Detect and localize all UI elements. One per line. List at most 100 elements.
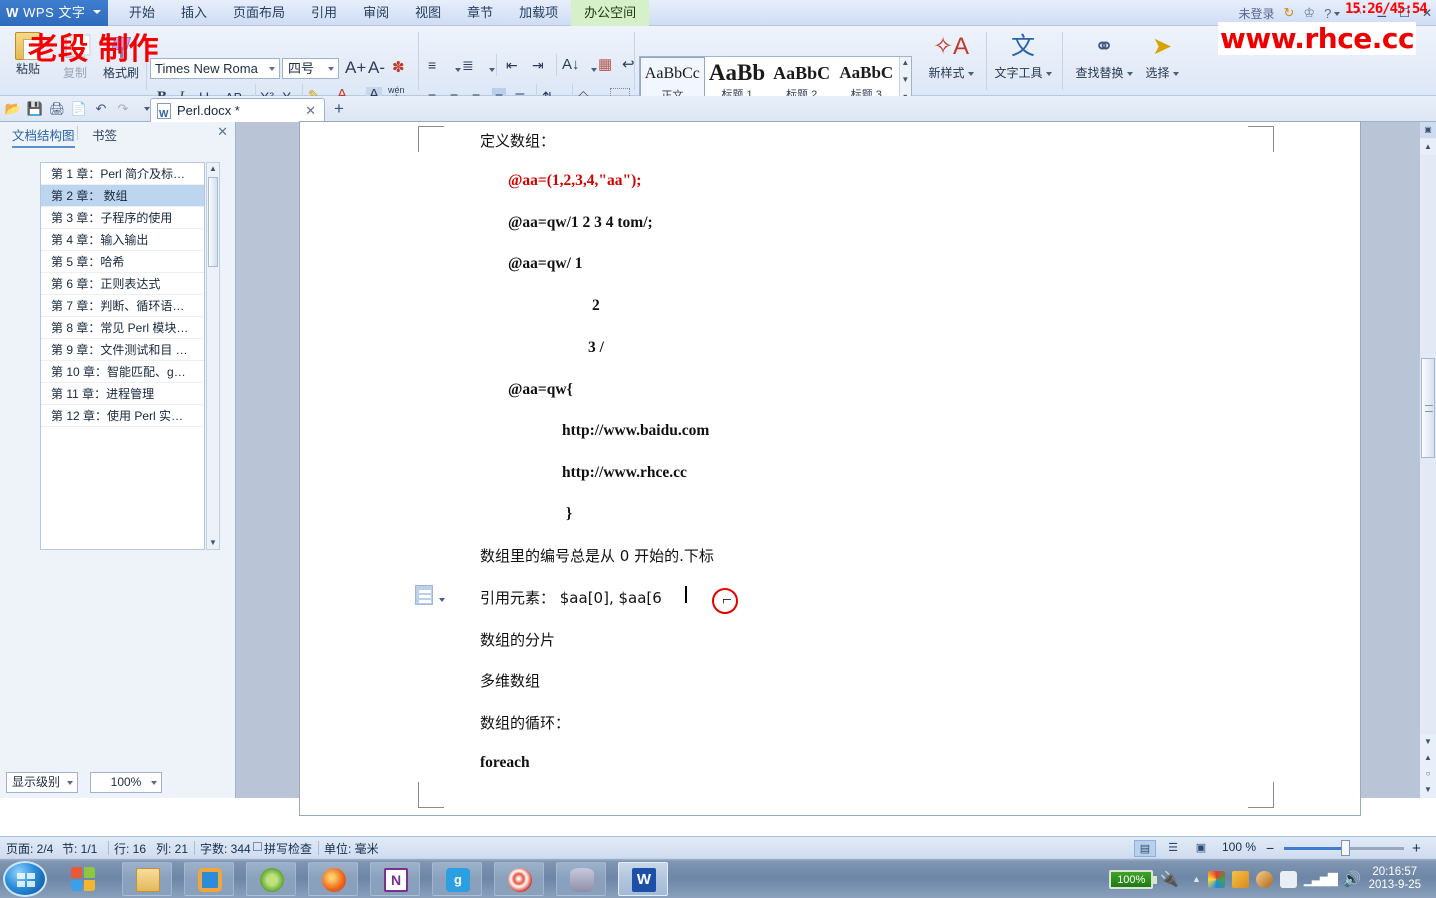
- print-icon[interactable]: 🖨: [47, 99, 67, 119]
- status-section[interactable]: 节: 1/1: [62, 840, 97, 857]
- panel-zoom-select[interactable]: 100%: [90, 772, 162, 793]
- tree-item-ch6[interactable]: 第 6 章：正则表达式: [41, 273, 204, 295]
- scroll-up-icon[interactable]: ▲: [901, 59, 909, 67]
- find-replace-button[interactable]: ⚭ 查找替换: [1070, 30, 1138, 81]
- ribbon-tab-office-space[interactable]: 办公空间: [571, 0, 650, 26]
- taskbar-item-spiral[interactable]: [494, 862, 544, 896]
- colorful-tray-icon[interactable]: [1207, 870, 1225, 888]
- package-tray-icon[interactable]: [1231, 870, 1249, 888]
- taskbar-item-internet-explorer[interactable]: [246, 862, 296, 896]
- taskbar-item-firefox[interactable]: [308, 862, 358, 896]
- chevron-down-icon[interactable]: [269, 67, 275, 71]
- show-hidden-icons-icon[interactable]: ▲: [1192, 874, 1201, 884]
- new-style-button[interactable]: ✧A 新样式: [920, 30, 982, 81]
- help-icon[interactable]: ?: [1324, 6, 1341, 21]
- ribbon-tab-references[interactable]: 引用: [298, 0, 350, 26]
- tree-item-ch4[interactable]: 第 4 章：输入输出: [41, 229, 204, 251]
- print-preview-icon[interactable]: 📄: [69, 99, 89, 119]
- hand-tray-icon[interactable]: [1279, 870, 1297, 888]
- scrollbar-thumb[interactable]: [1421, 358, 1435, 458]
- ribbon-tab-page-layout[interactable]: 页面布局: [220, 0, 298, 26]
- close-icon[interactable]: ✕: [217, 124, 228, 140]
- grow-font-button[interactable]: A+: [345, 59, 366, 76]
- scroll-up-icon[interactable]: ▲: [1420, 139, 1436, 155]
- refresh-icon[interactable]: ↻: [1284, 5, 1295, 21]
- previous-page-icon[interactable]: ▼: [1420, 734, 1436, 750]
- sort-icon[interactable]: A↓: [562, 57, 580, 72]
- numbered-list-dropdown[interactable]: [486, 62, 495, 77]
- app-logo[interactable]: W WPS 文字: [0, 0, 108, 26]
- new-tab-button[interactable]: +: [334, 100, 344, 117]
- select-browse-object-icon[interactable]: ▣: [1420, 122, 1436, 138]
- tree-item-ch7[interactable]: 第 7 章：判断、循环语…: [41, 295, 204, 317]
- scroll-down-icon[interactable]: ▼: [207, 537, 219, 549]
- close-icon[interactable]: ✕: [305, 99, 316, 122]
- status-word-count[interactable]: 字数: 344: [200, 840, 251, 857]
- sort-dropdown[interactable]: [588, 62, 597, 77]
- status-column[interactable]: 列: 21: [156, 840, 188, 857]
- open-icon[interactable]: 📂: [3, 99, 23, 119]
- bullet-list-dropdown[interactable]: [452, 62, 461, 77]
- network-icon[interactable]: ▁▃▅▇: [1304, 871, 1338, 887]
- zoom-slider-knob[interactable]: [1341, 840, 1350, 856]
- volume-icon[interactable]: 🔊: [1343, 870, 1362, 888]
- chevron-down-icon[interactable]: [67, 781, 73, 785]
- document-scrollbar[interactable]: ▣ ▲ ▼ ▲ ○ ▼: [1419, 122, 1436, 798]
- tree-item-ch2[interactable]: 第 2 章： 数组: [41, 185, 204, 207]
- taskbar-item-database[interactable]: [556, 862, 606, 896]
- decrease-indent-icon[interactable]: ⇤: [506, 58, 518, 72]
- ribbon-tab-start[interactable]: 开始: [116, 0, 168, 26]
- tab-document-map[interactable]: 文档结构图: [12, 125, 75, 148]
- scroll-up-icon[interactable]: ▲: [207, 163, 219, 175]
- outline-view-icon[interactable]: ☰: [1162, 840, 1184, 857]
- login-status[interactable]: 未登录: [1238, 5, 1274, 22]
- status-unit[interactable]: 单位: 毫米: [324, 840, 379, 857]
- ribbon-tab-view[interactable]: 视图: [402, 0, 454, 26]
- power-plug-icon[interactable]: 🔌: [1160, 870, 1179, 888]
- font-size-input[interactable]: 四号: [282, 58, 339, 79]
- zoom-in-button[interactable]: +: [1412, 840, 1421, 857]
- status-page[interactable]: 页面: 2/4: [6, 840, 53, 857]
- redo-icon[interactable]: ↷: [113, 99, 133, 119]
- tree-item-ch11[interactable]: 第 11 章：进程管理: [41, 383, 204, 405]
- text-tools-button[interactable]: 文 文字工具: [992, 30, 1054, 81]
- paste-options-dropdown[interactable]: [436, 592, 445, 607]
- shrink-font-button[interactable]: A-: [368, 59, 385, 76]
- qq-tray-icon[interactable]: [1255, 870, 1273, 888]
- scroll-down-icon[interactable]: ▲: [1420, 750, 1436, 766]
- show-marks-icon[interactable]: ↩: [622, 57, 635, 72]
- zoom-out-button[interactable]: −: [1266, 840, 1274, 856]
- font-name-input[interactable]: Times New Roma: [150, 58, 280, 79]
- taskbar-item-office[interactable]: [184, 862, 234, 896]
- numbered-list-icon[interactable]: ≣: [462, 58, 474, 72]
- document-map-tree[interactable]: 第 1 章：Perl 简介及标… 第 2 章： 数组 第 3 章：子程序的使用 …: [40, 162, 205, 550]
- tree-item-ch5[interactable]: 第 5 章：哈希: [41, 251, 204, 273]
- select-button[interactable]: ➤ 选择: [1138, 30, 1186, 81]
- chevron-down-icon[interactable]: [93, 10, 101, 14]
- status-spellcheck[interactable]: 拼写检查: [264, 840, 312, 857]
- tree-item-ch12[interactable]: 第 12 章：使用 Perl 实…: [41, 405, 204, 427]
- document-map-scrollbar[interactable]: ▲ ▼: [206, 162, 220, 550]
- tab-bookmarks[interactable]: 书签: [92, 125, 117, 144]
- shirt-icon[interactable]: ♔: [1303, 5, 1315, 21]
- paste-button[interactable]: 粘贴: [6, 30, 50, 92]
- ribbon-tab-review[interactable]: 审阅: [350, 0, 402, 26]
- taskbar-item-windows[interactable]: [58, 862, 108, 896]
- undo-icon[interactable]: ↶: [91, 99, 111, 119]
- ribbon-tab-chapter[interactable]: 章节: [454, 0, 506, 26]
- web-view-icon[interactable]: ▣: [1190, 840, 1212, 857]
- document-tab[interactable]: Perl.docx * ✕: [150, 98, 325, 126]
- display-level-select[interactable]: 显示级别: [6, 772, 78, 793]
- scroll-down-icon[interactable]: ▼: [901, 76, 909, 84]
- save-icon[interactable]: 💾: [25, 99, 45, 119]
- tree-item-ch8[interactable]: 第 8 章：常见 Perl 模块…: [41, 317, 204, 339]
- next-page-icon[interactable]: ▼: [1420, 782, 1436, 798]
- taskbar-item-wps-writer[interactable]: W: [618, 862, 668, 896]
- battery-icon[interactable]: 100%: [1109, 869, 1158, 889]
- page-view-icon[interactable]: ▤: [1134, 840, 1156, 857]
- start-orb-icon[interactable]: [3, 861, 47, 897]
- ribbon-tab-insert[interactable]: 插入: [168, 0, 220, 26]
- taskbar-item-onenote[interactable]: N: [370, 862, 420, 896]
- clear-format-icon[interactable]: ✽: [392, 60, 405, 75]
- copy-button[interactable]: 复制: [52, 30, 98, 81]
